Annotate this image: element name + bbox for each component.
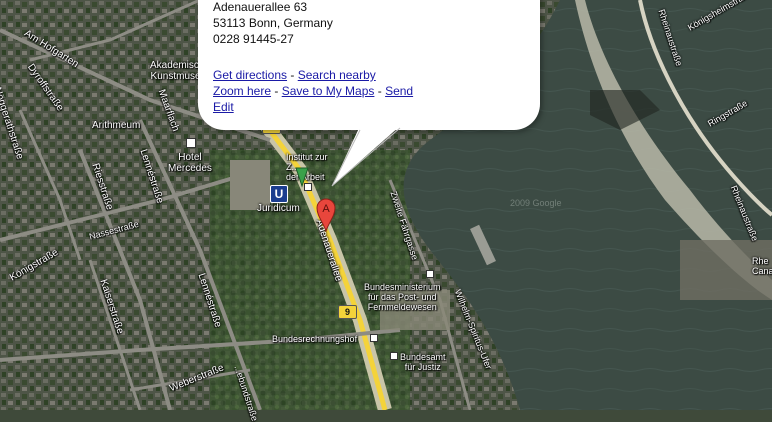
- send-link[interactable]: Send: [385, 84, 413, 98]
- zoom-here-link[interactable]: Zoom here: [213, 84, 271, 98]
- poi-label-bundesrechnungshof: Bundesrechnungshof: [272, 334, 358, 344]
- poi-icon-bundesamt: [390, 352, 398, 360]
- save-to-my-maps-link[interactable]: Save to My Maps: [282, 84, 375, 98]
- poi-label-hotel-mercedes: Hotel Mercedes: [168, 152, 212, 174]
- poi-icon-hotel: [186, 138, 196, 148]
- popup-links-row-3: Edit: [213, 100, 234, 114]
- poi-label-bundesamt: Bundesamt für Justiz: [400, 352, 446, 372]
- link-separator: -: [374, 84, 386, 98]
- address-line-2: 53113 Bonn, Germany: [213, 16, 333, 30]
- route-shield-icon: 9: [338, 305, 357, 319]
- link-separator: -: [271, 84, 282, 98]
- location-marker-a-icon[interactable]: A: [316, 198, 336, 232]
- poi-label-bundesministerium: Bundesministerium für das Post- und Fern…: [364, 282, 441, 312]
- poi-icon-bundesministerium: [426, 270, 434, 278]
- poi-label-cana: Rhe Cana: [752, 256, 772, 276]
- address-line-1: Adenauerallee 63: [213, 0, 308, 14]
- popup-links-row-2: Zoom here - Save to My Maps - Send: [213, 84, 413, 98]
- edit-link[interactable]: Edit: [213, 100, 234, 114]
- search-nearby-link[interactable]: Search nearby: [298, 68, 376, 82]
- phone-number: 0228 91445-27: [213, 32, 294, 46]
- poi-label-juridicum: Juridicum: [257, 203, 300, 214]
- green-marker-icon[interactable]: [295, 166, 309, 190]
- popup-links-row-1: Get directions - Search nearby: [213, 68, 376, 82]
- marker-letter: A: [322, 203, 330, 215]
- link-separator: -: [287, 68, 298, 82]
- poi-label-arithmeum: Arithmeum: [92, 120, 141, 131]
- ubahn-station-icon[interactable]: U: [270, 185, 288, 203]
- map-watermark: 2009 Google: [510, 198, 562, 208]
- get-directions-link[interactable]: Get directions: [213, 68, 287, 82]
- poi-icon-bundesrechnungshof: [370, 334, 378, 342]
